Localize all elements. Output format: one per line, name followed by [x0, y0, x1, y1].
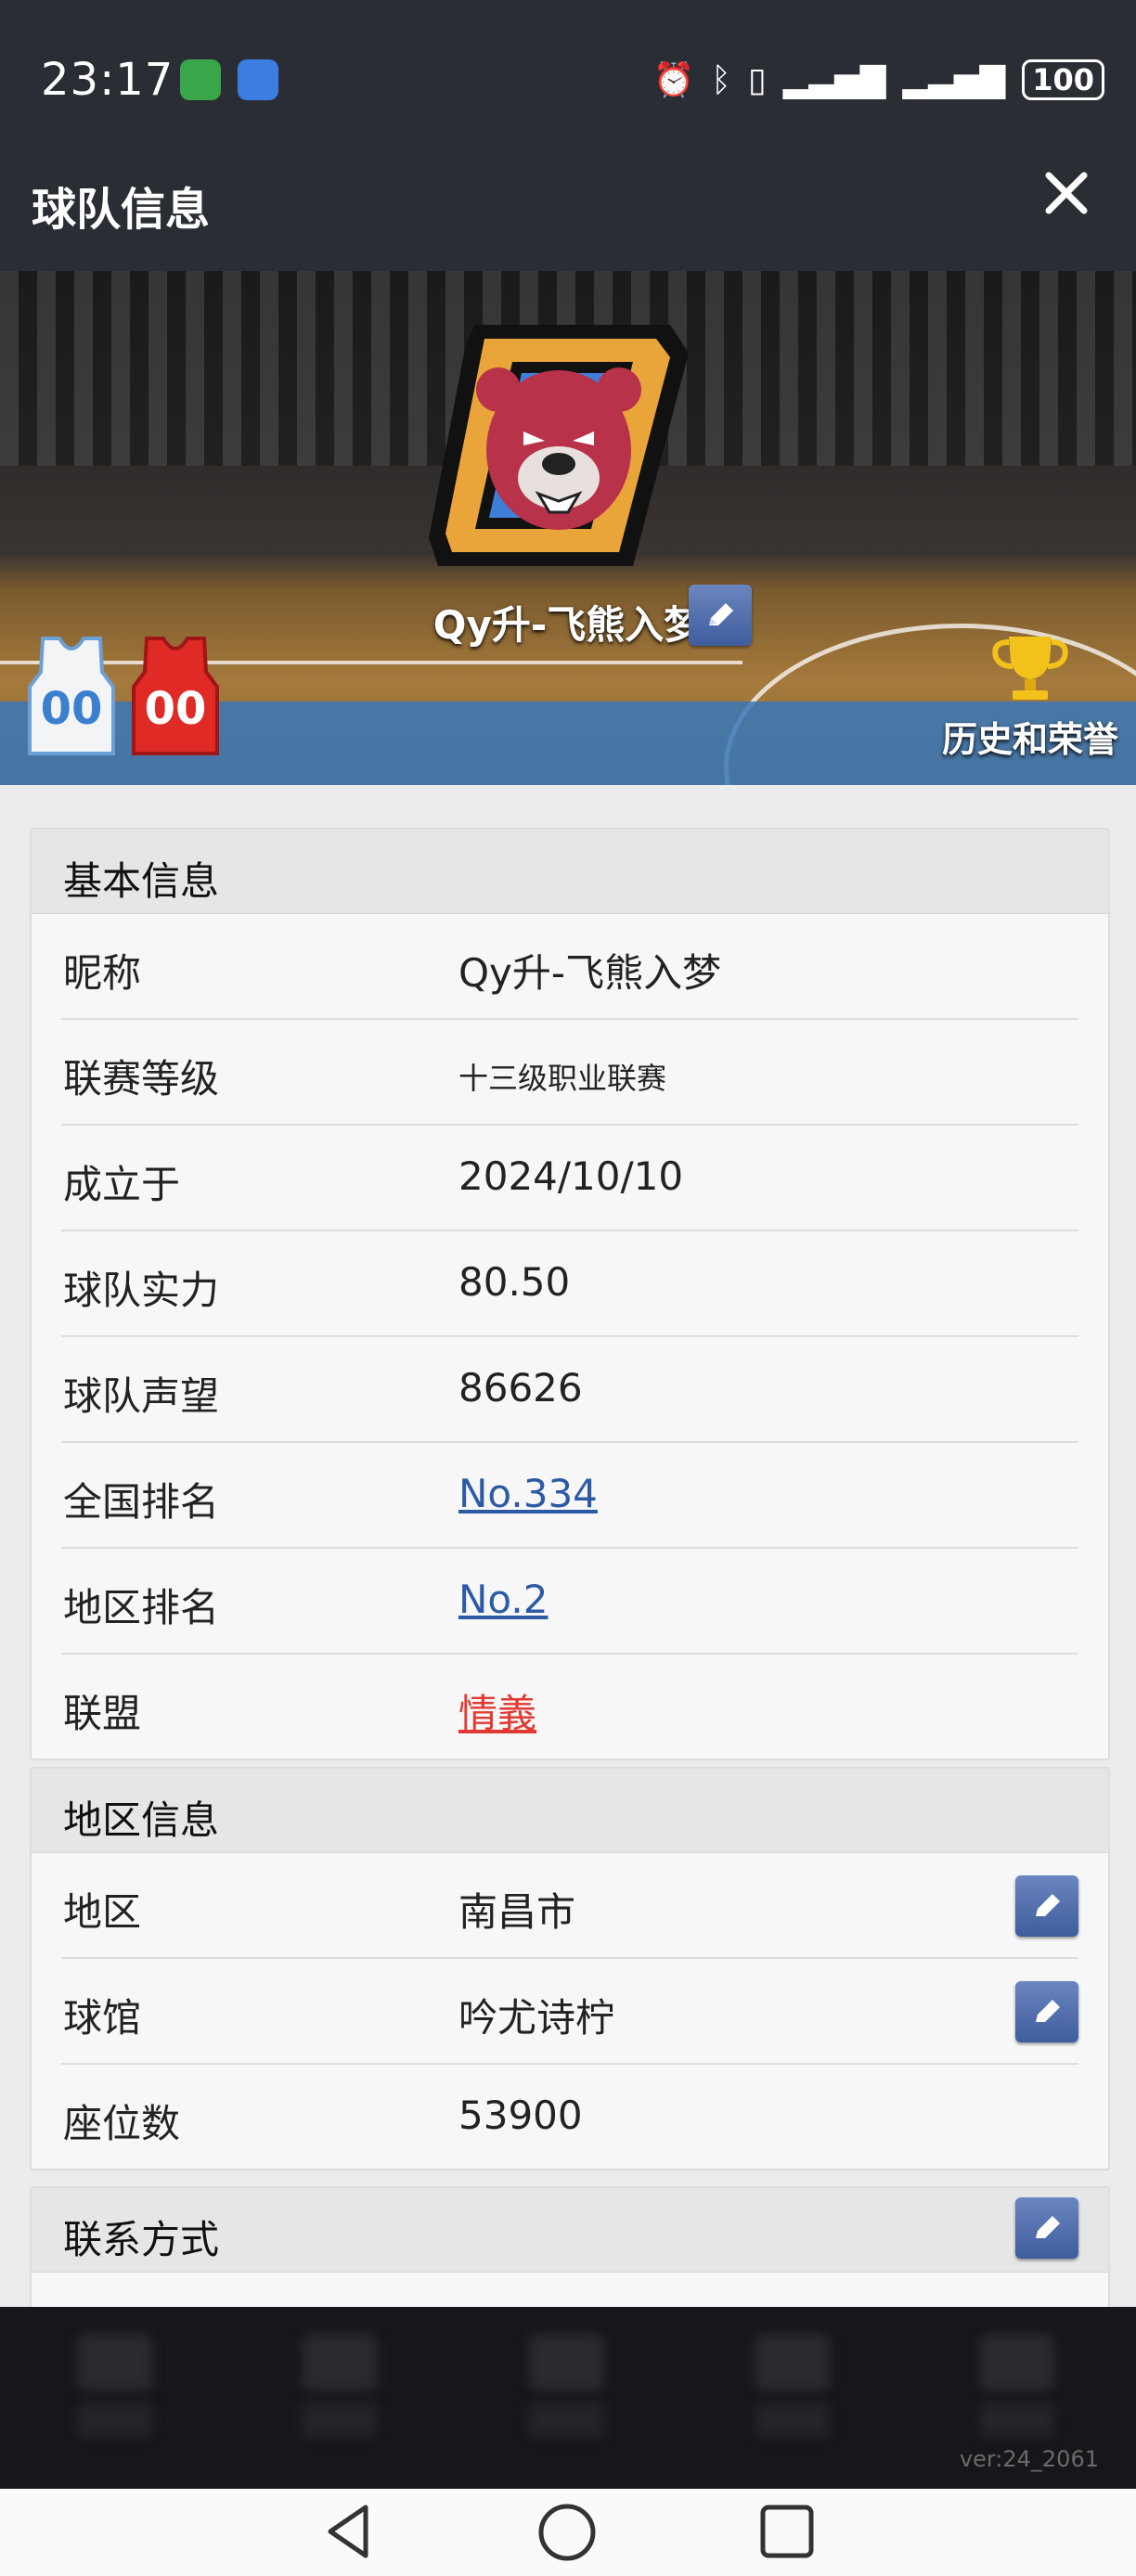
region-value: 吟尤诗柠	[458, 1995, 615, 2041]
battery-icon: 100	[1022, 59, 1104, 100]
region-row-area: 地区 南昌市	[61, 1853, 1078, 1959]
recents-square-icon	[760, 2505, 814, 2558]
contact-title: 联系方式	[63, 2217, 220, 2262]
close-icon	[1045, 172, 1088, 214]
pencil-icon	[1036, 1894, 1060, 1916]
home-button[interactable]	[536, 2502, 598, 2567]
team-banner: Qy升-飞熊入梦 00 00 历史和荣誉	[0, 271, 1136, 785]
back-triangle-icon	[328, 2505, 368, 2558]
region-info-header: 地区信息	[32, 1769, 1108, 1853]
alarm-icon: ⏰	[652, 61, 695, 99]
info-row-strength: 球队实力 80.50	[61, 1231, 1078, 1337]
signal-icon-2: ▂▃▅▇	[902, 60, 1006, 99]
region-label: 球馆	[63, 1995, 142, 2041]
info-label: 联盟	[63, 1691, 142, 1736]
tab-5[interactable]	[962, 2335, 1073, 2455]
tab-2[interactable]	[284, 2335, 395, 2455]
history-honors-button[interactable]: 历史和荣誉	[937, 633, 1123, 762]
info-label: 球队实力	[63, 1268, 220, 1313]
info-value: 86626	[458, 1365, 583, 1410]
info-label: 昵称	[63, 950, 142, 996]
tab-1[interactable]	[59, 2335, 171, 2455]
version-label: ver:24_2061	[959, 2446, 1099, 2472]
away-jersey-number: 00	[144, 683, 207, 735]
bottom-tab-bar: ver:24_2061	[0, 2307, 1136, 2489]
info-value: Qy升-飞熊入梦	[458, 950, 722, 996]
page-title: 球队信息	[32, 184, 211, 236]
region-label: 地区	[63, 1889, 142, 1935]
regional-rank-link[interactable]: No.2	[458, 1577, 548, 1622]
info-row-regional-rank: 地区排名 No.2	[61, 1549, 1078, 1655]
info-row-founded: 成立于 2024/10/10	[61, 1126, 1078, 1231]
basic-info-card: 基本信息 昵称 Qy升-飞熊入梦 联赛等级 十三级职业联赛 成立于 2024/1…	[30, 828, 1110, 1760]
info-label: 联赛等级	[63, 1056, 220, 1101]
pencil-icon	[1036, 2000, 1060, 2022]
info-value: 80.50	[458, 1259, 571, 1305]
region-row-arena: 球馆 吟尤诗柠	[61, 1959, 1078, 2065]
header: 球队信息	[0, 139, 1136, 271]
home-circle-icon	[538, 2504, 596, 2561]
region-value: 南昌市	[458, 1889, 576, 1935]
back-button[interactable]	[321, 2502, 377, 2565]
app-notification-icon	[180, 59, 221, 100]
tab-4[interactable]	[737, 2335, 848, 2455]
edit-team-name-button[interactable]	[689, 585, 752, 646]
info-value: 2024/10/10	[458, 1153, 684, 1199]
contact-header: 联系方式	[32, 2188, 1108, 2273]
info-label: 全国排名	[63, 1479, 220, 1525]
status-time: 23:17	[41, 54, 174, 106]
alliance-link[interactable]: 情義	[458, 1682, 536, 1739]
edit-contact-button[interactable]	[1015, 2197, 1078, 2259]
info-row-reputation: 球队声望 86626	[61, 1337, 1078, 1443]
close-button[interactable]	[1034, 161, 1099, 226]
home-jersey[interactable]: 00	[24, 635, 119, 757]
basic-info-header: 基本信息	[32, 830, 1108, 914]
vibrate-icon: ▯	[747, 60, 767, 99]
info-row-league-level: 联赛等级 十三级职业联赛	[61, 1020, 1078, 1126]
basic-info-title: 基本信息	[63, 858, 220, 904]
edit-region-button[interactable]	[1015, 1875, 1078, 1937]
region-value: 53900	[458, 2093, 583, 2138]
info-row-nickname: 昵称 Qy升-飞熊入梦	[61, 914, 1078, 1020]
region-label: 座位数	[63, 2101, 181, 2146]
region-row-seats: 座位数 53900	[61, 2065, 1078, 2169]
info-label: 成立于	[63, 1162, 181, 1207]
contact-card: 联系方式	[30, 2186, 1110, 2307]
edit-arena-button[interactable]	[1015, 1981, 1078, 2042]
info-value: 十三级职业联赛	[458, 1061, 667, 1096]
signal-icon: ▂▃▅▇	[782, 60, 886, 99]
pencil-icon	[709, 603, 733, 625]
bluetooth-icon: ᛒ	[711, 60, 731, 99]
status-icons: ⏰ ᛒ ▯ ▂▃▅▇ ▂▃▅▇ 100	[652, 59, 1104, 100]
info-row-alliance: 联盟 情義	[61, 1655, 1078, 1758]
info-label: 地区排名	[63, 1585, 220, 1630]
team-logo-icon	[429, 325, 689, 566]
system-nav-bar	[0, 2489, 1136, 2576]
info-label: 球队声望	[63, 1373, 220, 1419]
status-bar: 23:17 ⏰ ᛒ ▯ ▂▃▅▇ ▂▃▅▇ 100	[0, 0, 1136, 139]
history-honors-label: 历史和荣誉	[941, 719, 1118, 760]
main-content[interactable]: 基本信息 昵称 Qy升-飞熊入梦 联赛等级 十三级职业联赛 成立于 2024/1…	[0, 785, 1136, 2307]
security-notification-icon	[238, 59, 278, 100]
trophy-icon	[992, 637, 1068, 700]
away-jersey[interactable]: 00	[128, 635, 223, 757]
national-rank-link[interactable]: No.334	[458, 1471, 598, 1516]
region-info-card: 地区信息 地区 南昌市 球馆 吟尤诗柠 座位数 53900	[30, 1767, 1110, 2170]
tab-3[interactable]	[510, 2335, 622, 2455]
pencil-icon	[1036, 2216, 1060, 2238]
home-jersey-number: 00	[40, 683, 103, 735]
region-info-title: 地区信息	[63, 1797, 220, 1843]
recents-button[interactable]	[757, 2502, 817, 2565]
info-row-national-rank: 全国排名 No.334	[61, 1443, 1078, 1549]
